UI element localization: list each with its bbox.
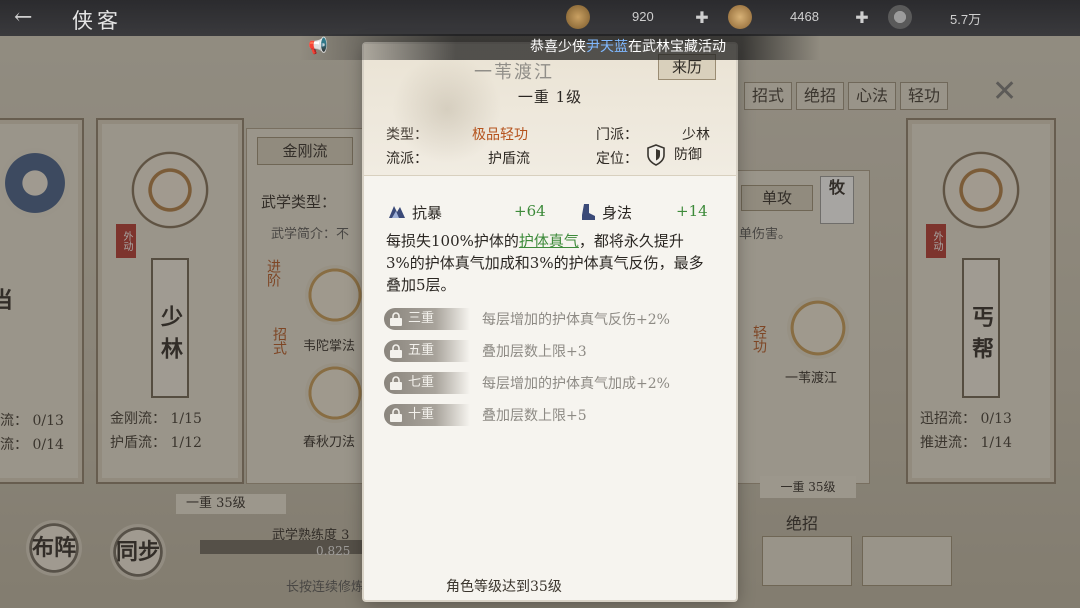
top-bar: ← 侠客 920 ✚ 4468 ✚ 5.7万 (0, 0, 1080, 36)
lock-icon (390, 344, 402, 358)
attribute-name: 身法 (602, 204, 633, 222)
boot-icon (582, 204, 595, 220)
role-value: 防御 (674, 147, 702, 163)
school-label: 流派： (386, 151, 428, 167)
megaphone-icon: 📢 (308, 36, 328, 55)
tier-bonus-text: 叠加层数上限+3 (482, 344, 587, 360)
notice-prefix: 恭喜少侠 (530, 39, 586, 55)
tier-bonus-row: 五重 叠加层数上限+3 (384, 340, 714, 364)
attribute-crit-resist: 抗暴 (388, 202, 442, 223)
role-label: 定位： (596, 151, 638, 167)
resource-value: 5.7万 (950, 12, 982, 27)
resource-value: 4468 (790, 9, 819, 24)
tier-bonus-row: 七重 每层增加的护体真气加成+2% (384, 372, 714, 396)
add-icon[interactable]: ✚ (852, 8, 872, 28)
copper-coin-icon (888, 5, 912, 29)
tier-bonus-text: 每层增加的护体真气加成+2% (482, 376, 670, 392)
type-row: 类型： (386, 124, 428, 144)
lock-icon (390, 376, 402, 390)
type-label: 类型： (386, 127, 428, 143)
role-row: 防御 (646, 144, 702, 166)
tier-bonus-text: 每层增加的护体真气反伤+2% (482, 312, 670, 328)
skill-detail-popup: 一苇渡江 来历 一重 1级 类型： 极品轻功 门派： 少林 流派： 护盾流 定位… (364, 44, 736, 600)
sect-label: 门派： (596, 127, 638, 143)
tier-bonus-text: 叠加层数上限+5 (482, 408, 587, 424)
ingot-icon (728, 5, 752, 29)
school-value: 护盾流 (488, 151, 530, 167)
unlock-requirement: 角色等级达到35级 (446, 579, 562, 595)
type-value: 极品轻功 (472, 127, 528, 143)
notice-suffix: 在武林宝藏活动 (628, 39, 726, 55)
tier-bonus-row: 三重 每层增加的护体真气反伤+2% (384, 308, 714, 332)
desc-text: 每损失100%护体的 (386, 232, 519, 250)
leaf-coin-icon (566, 5, 590, 29)
broadcast-notice: 恭喜少侠尹天蓝在武林宝藏活动 (300, 34, 820, 60)
crit-resist-icon (389, 206, 405, 218)
lock-icon (390, 408, 402, 422)
attribute-value: +64 (514, 202, 546, 220)
notice-player-name: 尹天蓝 (586, 39, 628, 55)
popup-header: 一苇渡江 来历 一重 1级 类型： 极品轻功 门派： 少林 流派： 护盾流 定位… (364, 44, 736, 176)
attribute-name: 抗暴 (412, 204, 443, 222)
resource-value: 920 (632, 9, 654, 24)
shield-icon (647, 144, 665, 166)
skill-title: 一苇渡江 (474, 62, 554, 83)
keyword-link[interactable]: 护体真气 (519, 232, 579, 250)
lock-icon (390, 312, 402, 326)
page-title: 侠客 (72, 9, 122, 33)
tier-bonus-row: 十重 叠加层数上限+5 (384, 404, 714, 428)
attribute-agility: 身法 (580, 202, 632, 223)
skill-description: 每损失100%护体的护体真气，都将永久提升3%的护体真气加成和3%的护体真气反伤… (386, 230, 706, 296)
sect-value: 少林 (682, 127, 710, 143)
attribute-value: +14 (676, 202, 708, 220)
brush-back-icon[interactable]: ← (14, 6, 60, 30)
skill-level: 一重 1级 (517, 88, 583, 106)
add-icon[interactable]: ✚ (692, 8, 712, 28)
